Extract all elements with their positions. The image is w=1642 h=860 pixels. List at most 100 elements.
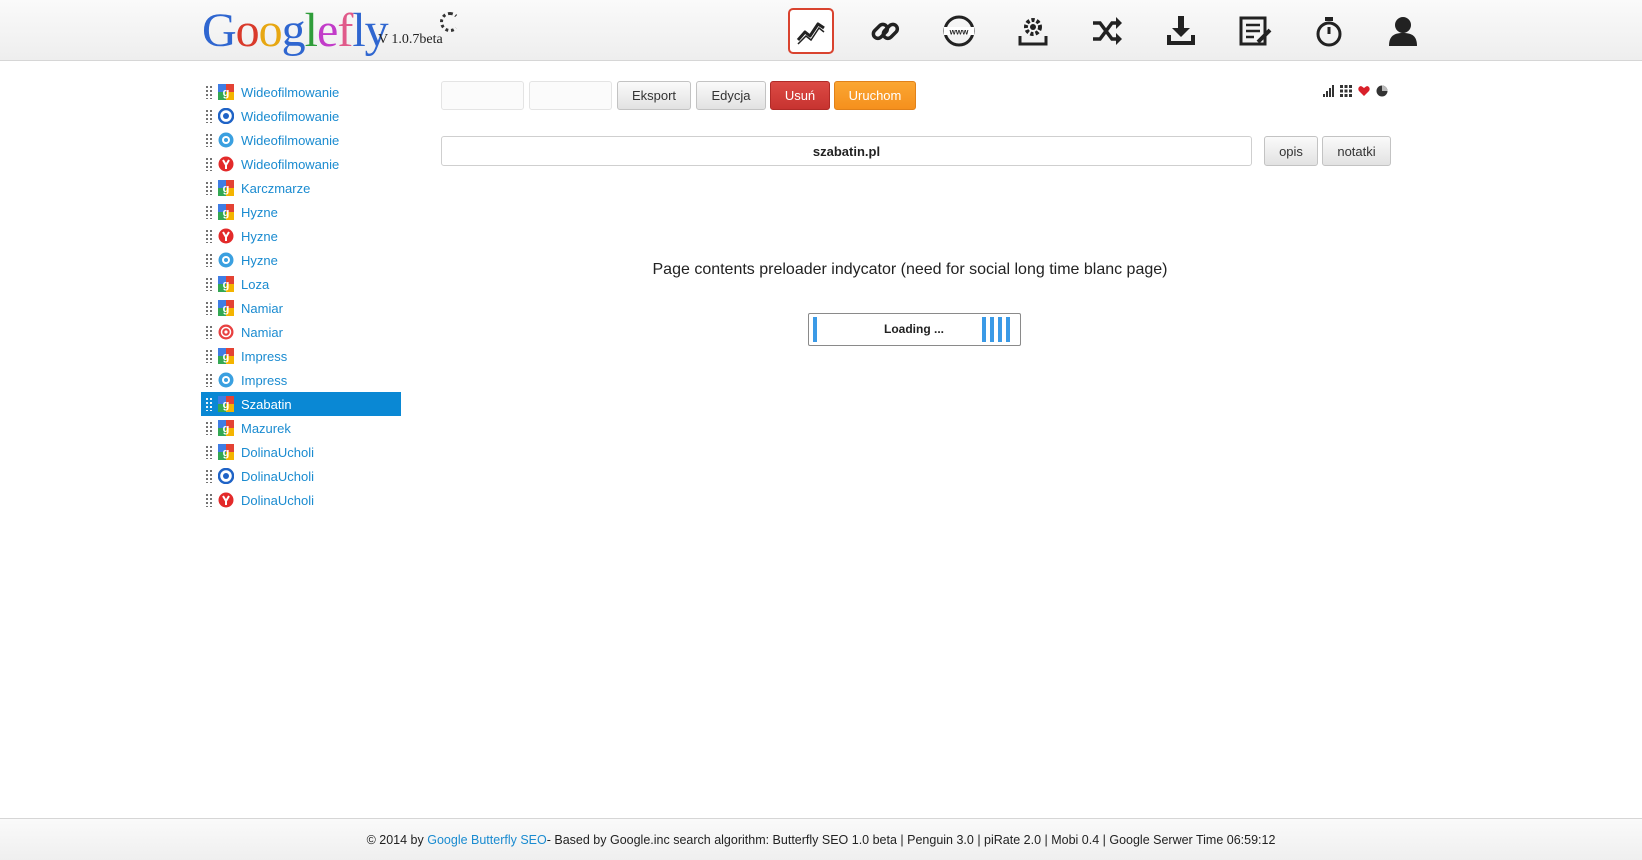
sidebar-item-label: Namiar <box>241 300 283 316</box>
top-header: Googlefly V 1.0.7beta www <box>0 0 1642 61</box>
drag-handle-icon[interactable] <box>205 373 213 387</box>
delete-button[interactable]: Usuń <box>770 81 830 110</box>
drag-handle-icon[interactable] <box>205 421 213 435</box>
sidebar-item[interactable]: Namiar <box>201 320 401 344</box>
sidebar-item[interactable]: g Mazurek <box>201 416 401 440</box>
sidebar-item[interactable]: Wideofilmowanie <box>201 104 401 128</box>
sidebar-item-label: Hyzne <box>241 228 278 244</box>
sidebar-item[interactable]: g Wideofilmowanie <box>201 80 401 104</box>
footer-link[interactable]: Google Butterfly SEO <box>427 833 547 847</box>
nav-www-button[interactable]: www <box>936 8 982 54</box>
nav-stats-button[interactable] <box>788 8 834 54</box>
svg-text:g: g <box>223 183 230 195</box>
domain-field[interactable]: szabatin.pl <box>441 136 1252 166</box>
logo-wordmark: Googlefly <box>202 4 389 57</box>
gear-icon <box>1018 18 1048 46</box>
edit-button[interactable]: Edycja <box>696 81 766 110</box>
drag-handle-icon[interactable] <box>205 301 213 315</box>
drag-handle-icon[interactable] <box>205 349 213 363</box>
sidebar-item[interactable]: g DolinaUcholi <box>201 440 401 464</box>
google-icon: g <box>218 204 234 220</box>
drag-handle-icon[interactable] <box>205 85 213 99</box>
sidebar-item-label: Mazurek <box>241 420 291 436</box>
link-icon <box>871 22 900 41</box>
filter-input-1[interactable] <box>441 81 524 110</box>
drag-handle-icon[interactable] <box>205 397 213 411</box>
download-icon <box>1167 16 1195 45</box>
nav-user-button[interactable] <box>1380 8 1426 54</box>
sidebar-item[interactable]: Wideofilmowanie <box>201 128 401 152</box>
run-button[interactable]: Uruchom <box>834 81 916 110</box>
sidebar-item[interactable]: Wideofilmowanie <box>201 152 401 176</box>
sidebar-item-label: DolinaUcholi <box>241 492 314 508</box>
sidebar-item-label: Wideofilmowanie <box>241 84 340 100</box>
search-engine-icon <box>218 324 234 340</box>
drag-handle-icon[interactable] <box>205 277 213 291</box>
heart-icon[interactable] <box>1358 84 1370 96</box>
nav-timer-button[interactable] <box>1306 8 1352 54</box>
shuffle-icon <box>1093 17 1122 45</box>
page-footer: © 2014 by Google Butterfly SEO - Based b… <box>0 818 1642 860</box>
export-button[interactable]: Eksport <box>617 81 691 110</box>
sidebar-item[interactable]: Impress <box>201 368 401 392</box>
google-icon: g <box>218 420 234 436</box>
signal-bars-icon[interactable] <box>1322 84 1334 97</box>
sidebar-item[interactable]: g Namiar <box>201 296 401 320</box>
notatki-button[interactable]: notatki <box>1322 136 1391 166</box>
drag-handle-icon[interactable] <box>205 133 213 147</box>
google-icon: g <box>218 348 234 364</box>
sidebar-item[interactable]: DolinaUcholi <box>201 488 401 512</box>
sidebar-item-label: Szabatin <box>241 396 292 412</box>
svg-text:g: g <box>223 447 230 459</box>
svg-text:g: g <box>223 351 230 363</box>
sidebar-item-label: Wideofilmowanie <box>241 132 340 148</box>
stopwatch-icon <box>1316 17 1342 47</box>
view-mode-icons <box>1322 84 1388 97</box>
sidebar-item[interactable]: g Karczmarze <box>201 176 401 200</box>
nav-links-button[interactable] <box>862 8 908 54</box>
sidebar-item[interactable]: g Szabatin <box>201 392 401 416</box>
footer-prefix: © 2014 by <box>366 832 424 847</box>
drag-handle-icon[interactable] <box>205 493 213 507</box>
svg-text:g: g <box>223 207 230 219</box>
sidebar-item-label: DolinaUcholi <box>241 468 314 484</box>
drag-handle-icon[interactable] <box>205 253 213 267</box>
nav-notes-button[interactable] <box>1232 8 1278 54</box>
opis-button[interactable]: opis <box>1264 136 1318 166</box>
sidebar-item[interactable]: g Loza <box>201 272 401 296</box>
drag-handle-icon[interactable] <box>205 181 213 195</box>
sidebar-item[interactable]: g Hyzne <box>201 200 401 224</box>
filter-input-2[interactable] <box>529 81 612 110</box>
sidebar-item[interactable]: Hyzne <box>201 224 401 248</box>
bing-icon <box>218 108 234 124</box>
onet-icon <box>218 372 234 388</box>
app-version: V 1.0.7beta <box>378 32 443 47</box>
drag-handle-icon[interactable] <box>205 229 213 243</box>
nav-shuffle-button[interactable] <box>1084 8 1130 54</box>
nav-download-button[interactable] <box>1158 8 1204 54</box>
sidebar-item-label: Impress <box>241 372 288 388</box>
grid-icon[interactable] <box>1340 84 1352 97</box>
drag-handle-icon[interactable] <box>205 325 213 339</box>
loading-indicator: Loading ... <box>808 313 1021 346</box>
drag-handle-icon[interactable] <box>205 109 213 123</box>
nav-settings-button[interactable] <box>1010 8 1056 54</box>
drag-handle-icon[interactable] <box>205 205 213 219</box>
sidebar-item-label: Wideofilmowanie <box>241 108 340 124</box>
sidebar-item[interactable]: g Impress <box>201 344 401 368</box>
sidebar-item-label: Hyzne <box>241 204 278 220</box>
activity-spinner-icon <box>440 12 460 32</box>
drag-handle-icon[interactable] <box>205 445 213 459</box>
sidebar-item[interactable]: DolinaUcholi <box>201 464 401 488</box>
pie-icon[interactable] <box>1376 84 1388 97</box>
drag-handle-icon[interactable] <box>205 469 213 483</box>
keyword-sidebar: g Wideofilmowanie Wideofilmowanie Wideofilm… <box>201 80 401 512</box>
footer-text: - Based by Google.inc search algorithm: … <box>546 832 1276 847</box>
drag-handle-icon[interactable] <box>205 157 213 171</box>
google-icon: g <box>218 396 234 412</box>
www-globe-icon: www <box>943 15 975 47</box>
sidebar-item-label: Karczmarze <box>241 180 311 196</box>
yandex-icon <box>218 492 234 508</box>
onet-icon <box>218 252 234 268</box>
sidebar-item[interactable]: Hyzne <box>201 248 401 272</box>
